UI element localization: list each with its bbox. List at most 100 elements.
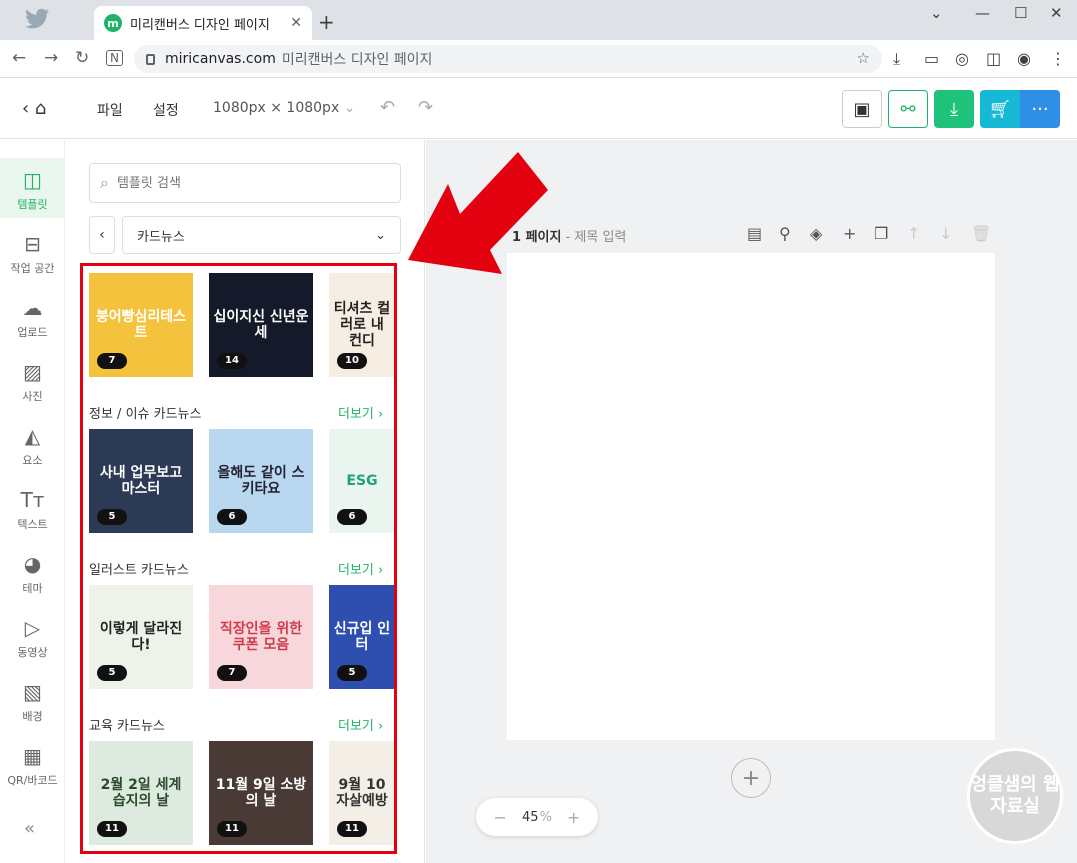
- page-count-badge: 11: [337, 821, 367, 837]
- template-thumbnail[interactable]: 티셔츠 컬러로 내 컨디 10: [329, 273, 395, 377]
- undo-icon[interactable]: ↶: [380, 97, 395, 118]
- rail-label: 업로드: [17, 326, 48, 339]
- rail-item-qr[interactable]: ▦ QR/바코드: [0, 734, 65, 794]
- browser-tab[interactable]: m 미리캔버스 디자인 페이지 ✕: [94, 6, 312, 40]
- duplicate-icon[interactable]: ❐: [874, 224, 888, 243]
- rail-item-palette[interactable]: ◕ 테마: [0, 542, 65, 602]
- template-thumbnail[interactable]: 사내 업무보고 마스터 5: [89, 429, 193, 533]
- rail-item-elements[interactable]: ◭ 요소: [0, 414, 65, 474]
- rail-item-photo[interactable]: ▨ 사진: [0, 350, 65, 410]
- browser-toolbar: ← → ↻ N miricanvas.com 미리캔버스 디자인 페이지 ☆ ⤓…: [0, 40, 1077, 78]
- magic-icon[interactable]: ⚲: [779, 224, 791, 243]
- more-button[interactable]: ···: [1020, 90, 1060, 128]
- zoom-value[interactable]: 45: [522, 810, 539, 825]
- template-panel: ⌕ ‹ 카드뉴스 ⌄ 붕어빵심리테스트 7 십이지신 신년운세 14 티셔츠 컬러로 내…: [66, 140, 425, 863]
- menu-settings[interactable]: 설정: [153, 100, 179, 120]
- artboard[interactable]: [507, 253, 995, 740]
- template-thumbnail-text: 사내 업무보고 마스터: [99, 464, 183, 497]
- template-thumbnail[interactable]: 십이지신 신년운세 14: [209, 273, 313, 377]
- save-button[interactable]: ▣: [842, 90, 882, 128]
- url-title: 미리캔버스 디자인 페이지: [281, 52, 433, 68]
- back-home-icon[interactable]: ‹ ⌂: [22, 98, 46, 119]
- template-thumbnail[interactable]: 붕어빵심리테스트 7: [89, 273, 193, 377]
- chevron-left-icon: ‹: [99, 227, 105, 243]
- search-input[interactable]: [116, 175, 377, 191]
- template-thumbnail-text: 십이지신 신년운세: [213, 308, 309, 341]
- template-thumbnail[interactable]: 이렇게 달라진다! 5: [89, 585, 193, 689]
- notion-icon[interactable]: N: [106, 50, 123, 66]
- download-icon[interactable]: ⤓: [893, 49, 900, 69]
- trash-icon[interactable]: 🗑︎: [971, 224, 991, 243]
- profile-icon[interactable]: ◉: [1017, 49, 1031, 68]
- template-thumbnail[interactable]: 올해도 같이 스키타요 6: [209, 429, 313, 533]
- add-icon[interactable]: +: [843, 224, 856, 243]
- rail-item-upload[interactable]: ☁ 업로드: [0, 286, 65, 346]
- rail-label: 동영상: [17, 646, 48, 659]
- zoom-in-icon[interactable]: +: [567, 808, 580, 827]
- rail-item-template[interactable]: ◫ 템플릿: [0, 158, 65, 218]
- palette-icon: ◕: [23, 552, 42, 576]
- template-thumbnail[interactable]: 신규입 인터 5: [329, 585, 395, 689]
- new-tab-icon[interactable]: +: [318, 10, 335, 34]
- redo-icon[interactable]: ↷: [418, 97, 433, 118]
- canvas-size-value: 1080px × 1080px: [213, 100, 340, 116]
- maximize-icon[interactable]: ☐: [1014, 4, 1027, 22]
- template-thumbnail[interactable]: 직장인을 위한 쿠폰 모음 7: [209, 585, 313, 689]
- template-thumbnail[interactable]: 11월 9일 소방의 날 11: [209, 741, 313, 845]
- bookmark-star-icon[interactable]: ☆: [857, 49, 870, 67]
- forward-icon[interactable]: →: [44, 48, 58, 68]
- window-close-icon[interactable]: ✕: [1050, 4, 1063, 22]
- address-bar[interactable]: miricanvas.com 미리캔버스 디자인 페이지 ☆: [134, 45, 882, 73]
- rail-label: 테마: [22, 582, 43, 595]
- rail-item-workspace[interactable]: ⊟ 작업 공간: [0, 222, 65, 282]
- zoom-out-icon[interactable]: −: [494, 808, 507, 827]
- cart-button[interactable]: 🛒︎: [980, 90, 1020, 128]
- rail-item-text[interactable]: Tт 텍스트: [0, 478, 65, 538]
- see-more-link[interactable]: 더보기 ›: [338, 715, 383, 734]
- chevron-down-icon[interactable]: ⌄: [930, 4, 943, 22]
- zoom-unit: %: [539, 809, 552, 825]
- rail-label: 템플릿: [17, 198, 48, 211]
- template-thumbnail[interactable]: ESG 6: [329, 429, 395, 533]
- move-down-icon[interactable]: ↓: [939, 224, 952, 243]
- url-host: miricanvas.com: [165, 51, 276, 67]
- collapse-icon[interactable]: «: [24, 818, 35, 839]
- fill-icon[interactable]: ◈: [810, 224, 822, 243]
- red-arrow-icon: [408, 152, 548, 274]
- section-title: 정보 / 이슈 카드뉴스: [89, 407, 202, 422]
- screenshot-icon[interactable]: ◎: [955, 49, 969, 68]
- rail-item-video[interactable]: ▷ 동영상: [0, 606, 65, 666]
- memo-icon[interactable]: ▤: [747, 224, 762, 243]
- rail-item-background[interactable]: ▧ 배경: [0, 670, 65, 730]
- share-button[interactable]: ⚯: [888, 90, 928, 128]
- save-icon: ▣: [853, 98, 871, 120]
- page-count-badge: 5: [337, 665, 367, 681]
- template-thumbnail-text: 이렇게 달라진다!: [99, 620, 183, 653]
- see-more-label: 더보기: [338, 407, 374, 422]
- see-more-link[interactable]: 더보기 ›: [338, 559, 383, 578]
- page-title-input[interactable]: - 제목 입력: [561, 230, 627, 245]
- template-search[interactable]: ⌕: [89, 163, 401, 203]
- category-back-button[interactable]: ‹: [89, 216, 115, 254]
- template-thumbnail[interactable]: 2월 2일 세계 습지의 날 11: [89, 741, 193, 845]
- template-thumbnail[interactable]: 9월 10 자살예방 11: [329, 741, 395, 845]
- canvas-size-select[interactable]: 1080px × 1080px ⌄: [213, 100, 355, 116]
- minimize-icon[interactable]: —: [975, 4, 990, 22]
- reload-icon[interactable]: ↻: [75, 48, 89, 68]
- close-tab-icon[interactable]: ✕: [290, 15, 302, 31]
- menu-file[interactable]: 파일: [97, 100, 123, 120]
- move-up-icon[interactable]: ↑: [907, 224, 920, 243]
- back-icon[interactable]: ←: [12, 48, 26, 68]
- download-button[interactable]: ⤓: [934, 90, 974, 128]
- share-icon: ⚯: [900, 98, 916, 120]
- sidepanel-icon[interactable]: ◫: [986, 49, 1001, 68]
- template-thumbnail-text: 신규입 인터: [333, 620, 391, 653]
- kebab-menu-icon[interactable]: ⋮: [1050, 49, 1066, 68]
- see-more-link[interactable]: 더보기 ›: [338, 403, 383, 422]
- add-page-button[interactable]: +: [731, 758, 771, 798]
- category-select[interactable]: 카드뉴스 ⌄: [122, 216, 401, 254]
- chevron-right-icon: ›: [373, 719, 384, 734]
- camera-icon[interactable]: ▭: [924, 49, 939, 68]
- chevron-right-icon: ›: [373, 407, 384, 422]
- page-count-badge: 5: [97, 665, 127, 681]
